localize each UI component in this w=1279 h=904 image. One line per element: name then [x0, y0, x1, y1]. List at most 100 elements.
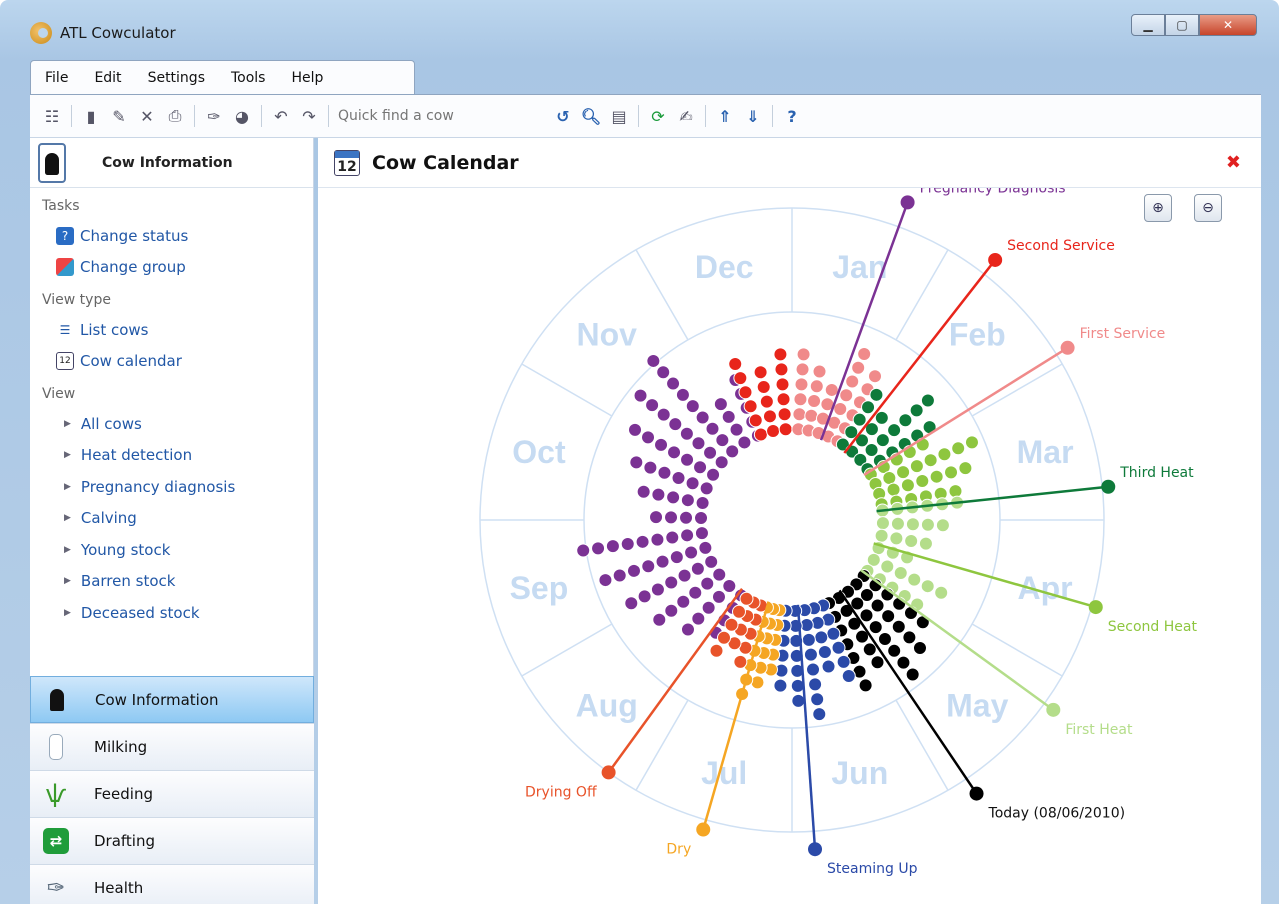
cow-dot[interactable] — [714, 455, 729, 470]
cow-dot[interactable] — [680, 622, 695, 637]
cow-dot[interactable] — [868, 620, 883, 635]
menu-help[interactable]: Help — [291, 70, 323, 86]
cow-dot[interactable] — [958, 461, 973, 476]
drafting-icon[interactable]: ⟳ — [647, 105, 669, 127]
cow-dot[interactable] — [641, 559, 656, 574]
cow-dot[interactable] — [737, 435, 752, 450]
help-icon[interactable]: ? — [781, 105, 803, 127]
cow-dot[interactable] — [801, 632, 816, 647]
cow-dot[interactable] — [868, 369, 882, 384]
cow-dot[interactable] — [862, 642, 877, 657]
cow-dot[interactable] — [934, 585, 949, 600]
cow-dot[interactable] — [645, 398, 660, 413]
cow-dot[interactable] — [776, 392, 791, 407]
syringe-icon[interactable]: ✑ — [203, 105, 225, 127]
cow-dot[interactable] — [704, 554, 719, 569]
view-all-cows[interactable]: ▶ All cows — [30, 408, 313, 440]
cow-dot[interactable] — [896, 655, 911, 670]
cow-dot[interactable] — [688, 585, 703, 600]
cow-dot[interactable] — [918, 536, 933, 551]
menu-settings[interactable]: Settings — [148, 70, 205, 86]
cow-dot[interactable] — [675, 387, 690, 402]
cow-dot[interactable] — [635, 534, 650, 549]
cow-dot[interactable] — [791, 693, 806, 708]
cow-dot[interactable] — [715, 433, 730, 448]
cow-dot[interactable] — [826, 626, 841, 641]
cow-dot[interactable] — [857, 347, 872, 362]
cow-dot[interactable] — [699, 481, 714, 496]
cow-dot[interactable] — [657, 465, 672, 480]
cow-dot[interactable] — [778, 422, 793, 437]
cow-dot[interactable] — [886, 482, 901, 497]
cow-dot[interactable] — [920, 517, 935, 532]
cow-dot[interactable] — [654, 437, 669, 452]
menu-edit[interactable]: Edit — [94, 70, 121, 86]
change-group-link[interactable]: Change group — [30, 251, 313, 282]
cow-dot[interactable] — [907, 572, 922, 587]
print-icon[interactable]: ⎙ — [164, 105, 186, 127]
close-window-button[interactable]: ✕ — [1199, 14, 1257, 36]
cow-dot[interactable] — [759, 394, 774, 409]
cow-dot[interactable] — [889, 531, 904, 546]
cow-dot[interactable] — [923, 453, 938, 468]
cow-dot[interactable] — [701, 600, 716, 615]
cow-dot[interactable] — [912, 640, 927, 655]
cow-dot[interactable] — [839, 388, 854, 403]
cow-dot[interactable] — [851, 360, 866, 375]
cow-dot[interactable] — [874, 410, 889, 425]
cow-dot[interactable] — [711, 589, 726, 604]
cow-dot[interactable] — [612, 568, 627, 583]
cow-dot[interactable] — [695, 495, 710, 510]
maximize-button[interactable]: ▢ — [1165, 14, 1199, 36]
cow-dot[interactable] — [869, 387, 884, 402]
cow-dot[interactable] — [875, 433, 890, 448]
cow-dot[interactable] — [691, 611, 706, 626]
cow-dot[interactable] — [664, 510, 679, 525]
cow-dot[interactable] — [753, 427, 768, 442]
nav-feeding[interactable]: ѱ Feeding — [30, 770, 314, 817]
view-young-stock[interactable]: ▶ Young stock — [30, 534, 313, 566]
cow-dot[interactable] — [693, 460, 708, 475]
cow-dot[interactable] — [762, 409, 777, 424]
cow-dot[interactable] — [861, 400, 876, 415]
view-calving[interactable]: ▶ Calving — [30, 503, 313, 535]
undo-icon[interactable]: ↶ — [270, 105, 292, 127]
new-cow-icon[interactable]: ▮ — [80, 105, 102, 127]
cow-dot[interactable] — [679, 426, 694, 441]
cow-dot[interactable] — [656, 407, 671, 422]
view-pregnancy-diagnosis[interactable]: ▶ Pregnancy diagnosis — [30, 471, 313, 503]
cow-dot[interactable] — [729, 422, 744, 437]
cow-dot[interactable] — [902, 630, 917, 645]
cow-dot[interactable] — [598, 573, 613, 588]
cow-dot[interactable] — [680, 528, 695, 543]
cow-dot[interactable] — [898, 413, 913, 428]
cow-dot[interactable] — [881, 609, 896, 624]
cow-dot[interactable] — [626, 563, 641, 578]
cow-dot[interactable] — [870, 598, 885, 613]
cow-dot[interactable] — [792, 407, 807, 422]
cow-dot[interactable] — [712, 567, 727, 582]
cow-dot[interactable] — [624, 596, 639, 611]
cow-dot[interactable] — [685, 476, 700, 491]
cow-dot[interactable] — [665, 530, 680, 545]
cow-dot[interactable] — [649, 510, 664, 525]
list-view-icon[interactable]: ☷ — [41, 105, 63, 127]
cow-dot[interactable] — [620, 536, 635, 551]
cow-dot[interactable] — [637, 589, 652, 604]
cow-dot[interactable] — [893, 566, 908, 581]
cow-dot[interactable] — [664, 603, 679, 618]
pie-chart-icon[interactable]: ◕ — [231, 105, 253, 127]
cow-dot[interactable] — [935, 518, 950, 533]
cow-dot[interactable] — [948, 484, 963, 499]
cow-dot[interactable] — [728, 357, 743, 372]
report-icon[interactable]: ▤ — [608, 105, 630, 127]
cow-calendar-link[interactable]: 12 Cow calendar — [30, 345, 313, 376]
view-barren-stock[interactable]: ▶ Barren stock — [30, 566, 313, 598]
cow-dot[interactable] — [725, 444, 740, 459]
cow-dot[interactable] — [669, 550, 684, 565]
cow-dot[interactable] — [724, 617, 739, 632]
cow-dot[interactable] — [904, 534, 919, 549]
cow-dot[interactable] — [691, 436, 706, 451]
cow-dot[interactable] — [722, 578, 737, 593]
cow-dot[interactable] — [880, 559, 895, 574]
